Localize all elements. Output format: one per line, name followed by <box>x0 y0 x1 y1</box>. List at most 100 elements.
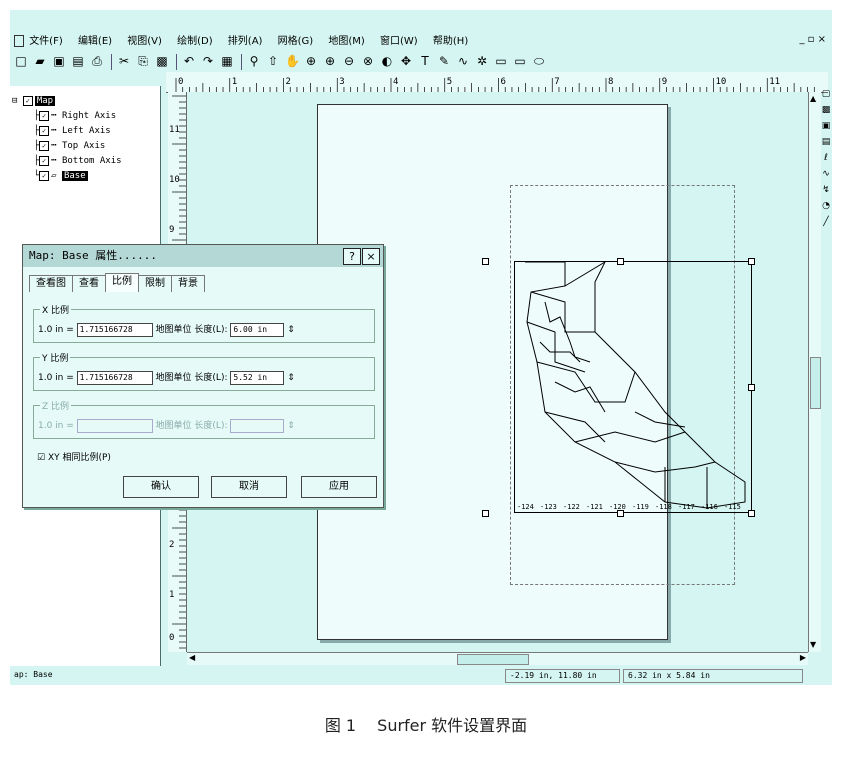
scroll-thumb[interactable] <box>457 654 529 665</box>
toolbar-icon[interactable]: ✎ <box>437 54 451 68</box>
selection-handle[interactable] <box>617 258 624 265</box>
toolbar-icon[interactable]: ∿ <box>456 54 470 68</box>
checkbox-icon[interactable]: ✓ <box>39 171 50 181</box>
tool-icon[interactable]: ▩ <box>820 102 832 118</box>
menu-map[interactable]: 地图(M) <box>328 32 364 47</box>
x-scale-input[interactable]: 1.715166728 <box>76 322 153 337</box>
tree-root[interactable]: ⊟ ✓ Map <box>12 94 122 109</box>
toolbar-icon[interactable]: ✲ <box>475 54 489 68</box>
tab-background[interactable]: 背景 <box>171 275 205 292</box>
selection-handle[interactable] <box>748 258 755 265</box>
ruler-label: 0 <box>178 77 183 87</box>
proportional-xy-checkbox[interactable]: ☑ XY 相同比例(P) <box>37 450 111 463</box>
selection-handle[interactable] <box>748 384 755 391</box>
base-map[interactable]: -124 -123 -122 -121 -120 -119 -118 -117 -116 -115 <box>514 261 752 513</box>
cancel-button[interactable]: 取消 <box>211 476 287 498</box>
ruler-label: 3 <box>339 77 344 87</box>
menu-help[interactable]: 帮助(H) <box>433 32 468 47</box>
tool-icon[interactable]: ↯ <box>820 182 832 198</box>
tool-icon[interactable]: ▤ <box>820 134 832 150</box>
toolbar-icon[interactable]: ⇧ <box>266 54 280 68</box>
checkbox-icon[interactable]: ☑ <box>37 453 45 463</box>
checkbox-icon[interactable]: ✓ <box>39 126 50 136</box>
x-length-label: 长度(L): <box>194 325 228 335</box>
ruler-label: 5 <box>447 77 452 87</box>
toolbar-icon[interactable]: ⬭ <box>532 54 546 68</box>
z-scale-prefix: 1.0 in = <box>38 421 74 431</box>
toolbar-icon[interactable]: ✥ <box>399 54 413 68</box>
toolbar-icon[interactable]: ▦ <box>220 54 234 68</box>
toolbar-icon[interactable]: ↶ <box>182 54 196 68</box>
y-scale-input[interactable]: 1.715166728 <box>76 370 153 385</box>
tab-view-map[interactable]: 查看图 <box>29 275 73 292</box>
toolbar-icon[interactable]: ⚲ <box>247 54 261 68</box>
selection-handle[interactable] <box>748 510 755 517</box>
x-length-spinner-icon[interactable]: ⇕ <box>287 325 295 335</box>
toolbar-icon[interactable]: ⊗ <box>361 54 375 68</box>
horizontal-scrollbar[interactable]: ◀ ▶ <box>187 652 808 665</box>
checkbox-icon[interactable]: ✓ <box>39 111 50 121</box>
california-map: -124 -123 -122 -121 -120 -119 -118 -117 -116 -115 <box>517 261 746 511</box>
menu-view[interactable]: 视图(V) <box>127 32 162 47</box>
checkbox-icon[interactable]: ✓ <box>22 96 33 106</box>
ok-button[interactable]: 确认 <box>123 476 199 498</box>
scroll-down-icon[interactable]: ▼ <box>810 640 816 649</box>
menu-edit[interactable]: 编辑(E) <box>78 32 112 47</box>
y-length-input[interactable]: 5.52 in <box>230 370 285 385</box>
tool-icon[interactable]: ◔ <box>820 198 832 214</box>
toolbar-icon[interactable]: ✂ <box>117 54 131 68</box>
tool-icon[interactable]: ℓ <box>820 150 832 166</box>
scroll-up-icon[interactable]: ▲ <box>810 94 816 103</box>
tab-scale[interactable]: 比例 <box>105 273 139 292</box>
tree-item-bottom-axis[interactable]: ├ ✓ ┅ Bottom Axis <box>12 154 122 169</box>
close-button[interactable]: × <box>362 248 380 265</box>
toolbar-icon[interactable]: ↷ <box>201 54 215 68</box>
scroll-right-icon[interactable]: ▶ <box>800 653 806 662</box>
x-length-input[interactable]: 6.00 in <box>230 322 285 337</box>
toolbar-icon[interactable]: ⊖ <box>342 54 356 68</box>
toolbar-icon[interactable]: T <box>418 54 432 68</box>
toolbar-icon[interactable]: ▭ <box>494 54 508 68</box>
menu-window[interactable]: 窗口(W) <box>380 32 418 47</box>
toolbar-icon[interactable]: ▰ <box>33 54 47 68</box>
checkbox-icon[interactable]: ✓ <box>39 156 50 166</box>
tree-root-label[interactable]: Map <box>34 96 56 106</box>
help-button[interactable]: ? <box>343 248 361 265</box>
toolbar-icon[interactable]: □ <box>14 54 28 68</box>
selection-handle[interactable] <box>482 510 489 517</box>
toolbar-icon[interactable]: ⎘ <box>136 54 150 68</box>
x-scale-legend: X 比例 <box>40 303 72 316</box>
toolbar-icon[interactable]: ▭ <box>513 54 527 68</box>
toolbar-icon[interactable]: ⎙ <box>90 54 104 68</box>
selection-handle[interactable] <box>617 510 624 517</box>
tool-icon[interactable]: ╱ <box>820 214 832 230</box>
menu-arrange[interactable]: 排列(A) <box>228 32 263 47</box>
checkbox-icon[interactable]: ✓ <box>39 141 50 151</box>
toolbar-icon[interactable]: ▣ <box>52 54 66 68</box>
toolbar-icon[interactable]: ◐ <box>380 54 394 68</box>
tool-icon[interactable]: ▢ <box>820 86 832 102</box>
menu-grid[interactable]: 网格(G) <box>278 32 314 47</box>
toolbar-icon[interactable]: ✋ <box>285 54 300 68</box>
toolbar-icon[interactable]: ⊕ <box>304 54 318 68</box>
apply-button[interactable]: 应用 <box>301 476 377 498</box>
tree-item-top-axis[interactable]: ├ ✓ ┅ Top Axis <box>12 139 122 154</box>
y-length-spinner-icon[interactable]: ⇕ <box>287 373 295 383</box>
tree-item-right-axis[interactable]: ├ ✓ ┅ Right Axis <box>12 109 122 124</box>
tree-item-label: Top Axis <box>61 141 106 151</box>
tree-item-left-axis[interactable]: ├ ✓ ┅ Left Axis <box>12 124 122 139</box>
tool-icon[interactable]: ∿ <box>820 166 832 182</box>
toolbar-icon[interactable]: ▩ <box>155 54 169 68</box>
scroll-left-icon[interactable]: ◀ <box>189 653 195 662</box>
toolbar-icon[interactable]: ⊕ <box>323 54 337 68</box>
tree-item-base[interactable]: └ ✓ ▱ Base <box>12 169 122 184</box>
toolbar-icon[interactable]: ▤ <box>71 54 85 68</box>
tool-icon[interactable]: ▣ <box>820 118 832 134</box>
scroll-thumb[interactable] <box>810 357 821 409</box>
tab-limits[interactable]: 限制 <box>138 275 172 292</box>
tab-view[interactable]: 查看 <box>72 275 106 292</box>
selection-handle[interactable] <box>482 258 489 265</box>
menu-draw[interactable]: 绘制(D) <box>177 32 213 47</box>
menu-file[interactable]: 文件(F) <box>29 32 63 47</box>
window-controls[interactable]: _ ▫ × <box>799 34 826 45</box>
